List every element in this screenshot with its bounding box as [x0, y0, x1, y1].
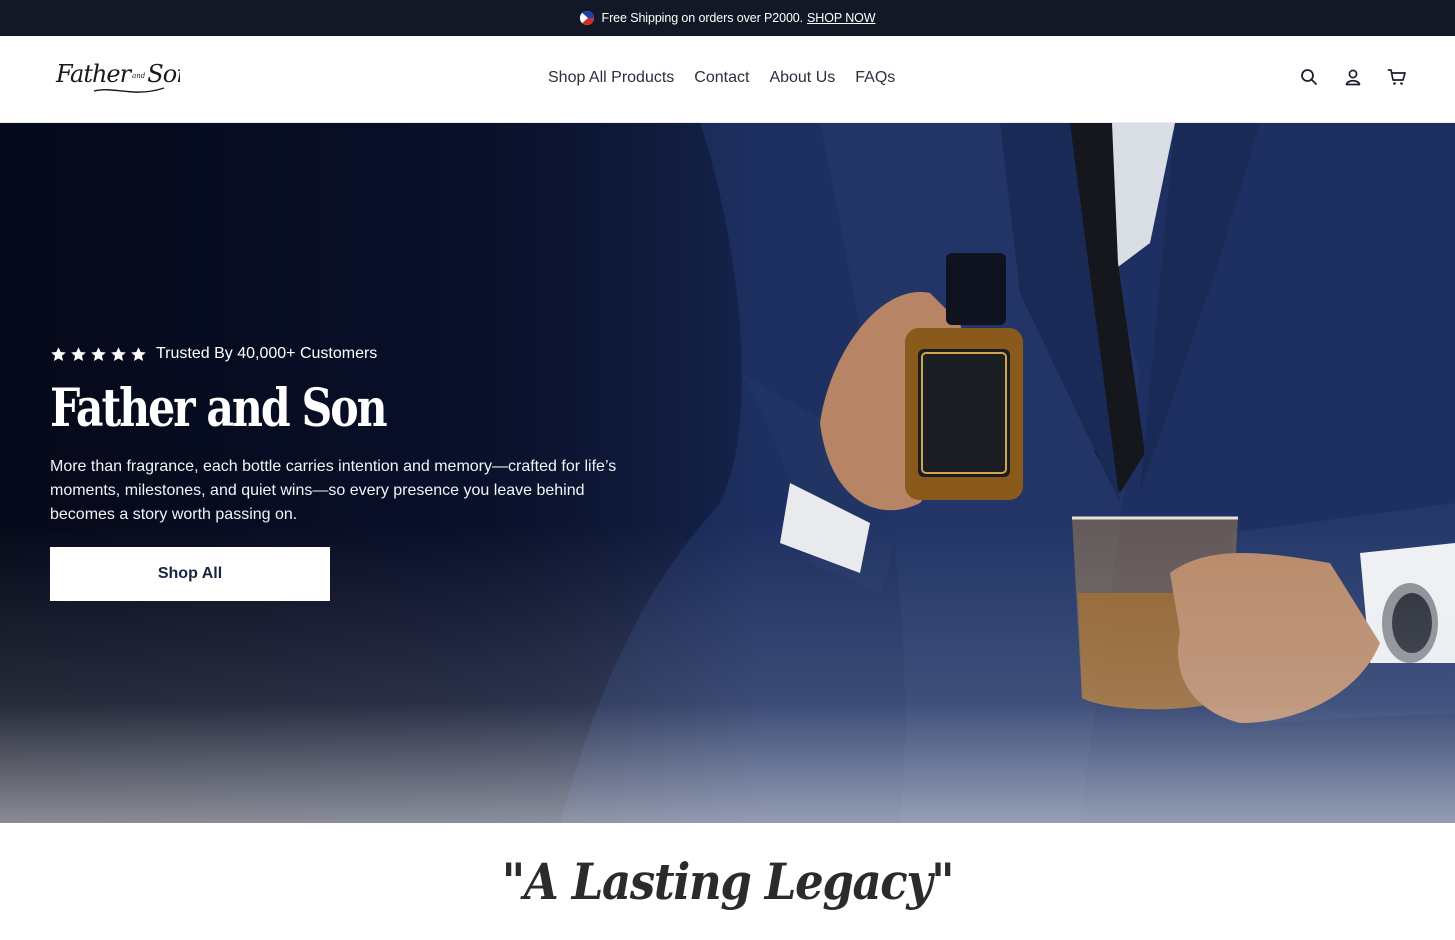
- hero-description: More than fragrance, each bottle carries…: [50, 458, 617, 523]
- nav-contact[interactable]: Contact: [694, 69, 749, 87]
- rating-text: Trusted By 40,000+ Customers: [156, 345, 378, 362]
- nav-shop-all-products[interactable]: Shop All Products: [548, 69, 674, 87]
- announcement-text: Free Shipping on orders over P2000.: [601, 11, 804, 25]
- shop-now-link[interactable]: SHOP NOW: [807, 11, 876, 25]
- hero-banner: Trusted By 40,000+ Customers Father and …: [0, 123, 1455, 823]
- star-icon: [131, 346, 146, 361]
- nav-about-us[interactable]: About Us: [769, 69, 835, 87]
- star-icon: [111, 346, 126, 361]
- brand-logo[interactable]: FatherandSon: [54, 58, 180, 100]
- nav-faqs[interactable]: FAQs: [855, 69, 895, 87]
- rating: Trusted By 40,000+ Customers: [50, 345, 670, 363]
- site-header: FatherandSon Shop All Products Contact A…: [0, 36, 1455, 123]
- shop-all-button[interactable]: Shop All: [50, 547, 330, 601]
- hero-title: Father and Son: [50, 378, 388, 439]
- section-headline: "A Lasting Legacy": [501, 852, 955, 911]
- philippines-flag-icon: [579, 11, 594, 25]
- account-icon[interactable]: [1343, 67, 1363, 87]
- star-icon: [91, 346, 106, 361]
- header-icons: [1299, 67, 1407, 87]
- hero-content: Trusted By 40,000+ Customers Father and …: [50, 345, 670, 601]
- cart-icon[interactable]: [1387, 67, 1407, 87]
- search-icon[interactable]: [1299, 67, 1319, 87]
- main-nav: Shop All Products Contact About Us FAQs: [548, 69, 895, 87]
- star-icon: [71, 346, 86, 361]
- announcement-bar: Free Shipping on orders over P2000. SHOP…: [0, 0, 1455, 36]
- star-icon: [51, 346, 66, 361]
